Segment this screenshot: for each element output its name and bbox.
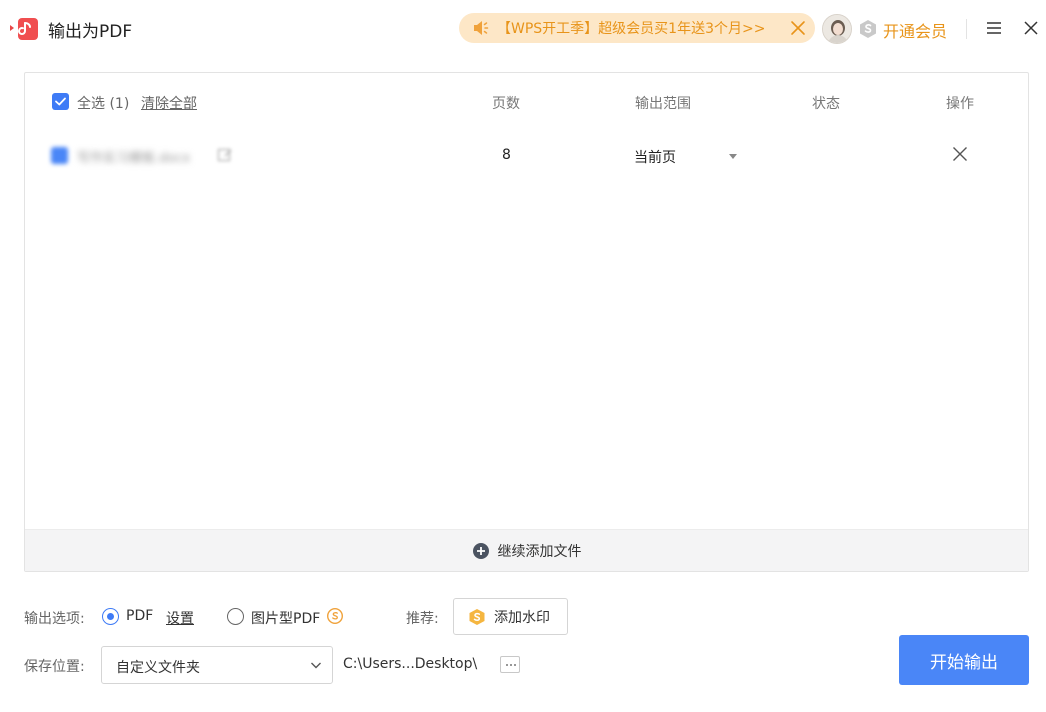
add-more-files-label: 继续添加文件 [497, 543, 582, 560]
rename-icon[interactable] [217, 147, 233, 163]
output-options-label: 输出选项: [24, 611, 85, 627]
save-folder-select[interactable]: 自定义文件夹 [101, 646, 333, 684]
file-list-panel: 全选 (1) 清除全部 页数 输出范围 状态 操作 写作实习模板.docx 8 … [24, 72, 1029, 572]
file-word-icon [51, 147, 68, 164]
save-path: C:\Users...Desktop\ [343, 656, 478, 672]
select-all-checkbox[interactable] [52, 93, 69, 110]
clear-all-link[interactable]: 清除全部 [141, 93, 197, 113]
save-folder-value: 自定义文件夹 [116, 660, 200, 676]
column-pages: 页数 [492, 96, 520, 112]
vip-icon[interactable] [858, 19, 878, 39]
menu-icon[interactable] [985, 20, 1003, 36]
add-watermark-label: 添加水印 [494, 609, 550, 626]
vip-coin-icon [469, 608, 485, 625]
output-range-select[interactable]: 当前页 [633, 146, 737, 166]
dot [506, 664, 508, 666]
user-avatar[interactable] [822, 14, 852, 44]
radio-pdf[interactable] [102, 608, 119, 625]
image-pdf-option-label[interactable]: 图片型PDF [251, 608, 320, 628]
add-watermark-button[interactable]: 添加水印 [453, 598, 568, 635]
titlebar-divider [966, 19, 967, 39]
promo-close-icon[interactable] [789, 19, 807, 37]
settings-link[interactable]: 设置 [166, 608, 194, 628]
file-list-header: 全选 (1) 清除全部 页数 输出范围 状态 操作 [25, 73, 1028, 131]
recommend-label: 推荐: [406, 611, 439, 627]
output-range-value: 当前页 [634, 150, 676, 166]
select-all-text: 全选 [77, 96, 105, 112]
vip-coin-icon [327, 608, 343, 624]
start-output-button[interactable]: 开始输出 [899, 635, 1029, 685]
select-all-label[interactable]: 全选 (1) [77, 93, 129, 113]
radio-image-pdf[interactable] [227, 608, 244, 625]
pdf-option-label[interactable]: PDF [126, 608, 153, 624]
select-all-count: (1) [109, 96, 130, 112]
window-title: 输出为PDF [48, 22, 133, 42]
save-location-label: 保存位置: [24, 659, 85, 675]
add-more-files-button[interactable]: 继续添加文件 [25, 529, 1028, 571]
dot [510, 664, 512, 666]
dot [514, 664, 516, 666]
caret-down-icon [729, 154, 737, 159]
title-bar: 输出为PDF 【WPS开工季】超级会员买1年送3个月>> 开通会员 [0, 0, 1046, 58]
avatar-icon [823, 15, 851, 43]
plus-circle-icon [472, 542, 489, 559]
wps-pdf-logo-icon [10, 18, 38, 40]
speaker-icon [474, 21, 489, 35]
check-icon [55, 97, 66, 106]
column-status: 状态 [812, 96, 840, 112]
promo-banner[interactable]: 【WPS开工季】超级会员买1年送3个月>> [459, 13, 815, 43]
file-row[interactable]: 写作实习模板.docx 8 当前页 [25, 131, 1028, 181]
file-name: 写作实习模板.docx [77, 151, 191, 166]
chevron-down-icon [311, 662, 321, 669]
column-range: 输出范围 [635, 96, 691, 112]
browse-path-button[interactable] [500, 656, 520, 673]
column-action: 操作 [946, 96, 974, 112]
window-close-icon[interactable] [1022, 19, 1040, 37]
remove-file-icon[interactable] [952, 146, 968, 162]
file-page-count: 8 [502, 147, 511, 163]
promo-text[interactable]: 【WPS开工季】超级会员买1年送3个月>> [497, 18, 765, 38]
vip-link[interactable]: 开通会员 [883, 18, 947, 42]
